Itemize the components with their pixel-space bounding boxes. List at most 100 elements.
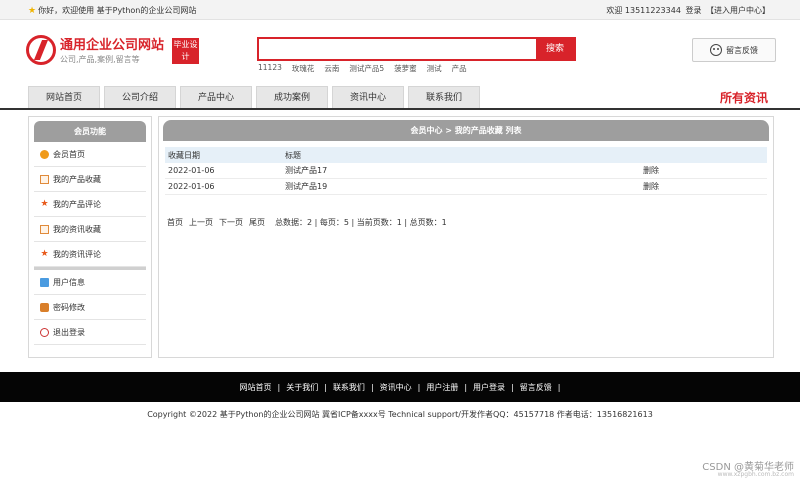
search-button[interactable]: 搜索 (536, 39, 574, 59)
welcome-text: 你好，欢迎使用 基于Python的企业公司网站 (38, 6, 197, 15)
all-news-link[interactable]: 所有资讯 (720, 89, 768, 106)
user-greeting: 欢迎 13511223344 (606, 6, 681, 15)
sidebar-item-label: 用户信息 (53, 277, 85, 287)
hot-keyword-link[interactable]: 玫瑰花 (292, 63, 315, 74)
hot-keyword-link[interactable]: 测试产品5 (349, 63, 384, 74)
nav-tab[interactable]: 公司介绍 (104, 86, 176, 108)
nav-tab[interactable]: 网站首页 (28, 86, 100, 108)
favorites-table: 收藏日期 标题 2022-01-06 测试产品17 删除 2022-01-06 测试产品… (165, 147, 767, 195)
sidebar-item[interactable]: 我的产品收藏 (34, 167, 146, 192)
search-input[interactable] (259, 39, 536, 59)
footer-link[interactable]: 用户登录 (473, 383, 505, 392)
hot-keyword-link[interactable]: 云南 (324, 63, 339, 74)
logo-subtitle: 公司,产品,案例,留言等 (60, 55, 140, 64)
sidebar-item[interactable]: 会员首页 (34, 142, 146, 167)
sidebar-item-label: 退出登录 (53, 327, 85, 337)
login-link[interactable]: 登录 (685, 6, 701, 15)
delete-link[interactable]: 删除 (643, 181, 723, 192)
sidebar-item-label: 会员首页 (53, 149, 85, 159)
footer-separator: | (511, 383, 514, 392)
hot-keyword-link[interactable]: 11123 (258, 63, 282, 74)
sidebar-item[interactable]: 密码修改 (34, 295, 146, 320)
user-center-link[interactable]: 【进入用户中心】 (706, 6, 770, 15)
nav-tab[interactable]: 联系我们 (408, 86, 480, 108)
message-feedback-label: 留言反馈 (726, 45, 758, 55)
lock-icon (40, 302, 49, 312)
sidebar-item[interactable]: 用户信息 (34, 270, 146, 295)
top-bar: ★ 你好，欢迎使用 基于Python的企业公司网站 欢迎 13511223344… (0, 0, 800, 20)
sidebar-item[interactable]: 退出登录 (34, 320, 146, 345)
column-header-date: 收藏日期 (168, 150, 200, 160)
nav-tab[interactable]: 资讯中心 (332, 86, 404, 108)
copyright-text: Copyright ©2022 基于Python的企业公司网站 冀省ICP备xx… (147, 410, 653, 419)
home-icon (40, 149, 49, 159)
footer-link[interactable]: 联系我们 (333, 383, 365, 392)
first-page-link[interactable]: 首页 (167, 217, 183, 228)
sidebar-list: 会员首页我的产品收藏 ★ 我的产品评论 我的资讯收藏 ★ 我的资讯评论 (29, 142, 151, 267)
footer-separator: | (417, 383, 421, 392)
sidebar-item[interactable]: 我的资讯收藏 (34, 217, 146, 242)
sidebar-title: 会员功能 (34, 121, 146, 142)
pagination: 首页 上一页 下一页 尾页 总数据：2 | 每页：5 | 当前页数：1 | 总页… (167, 217, 773, 228)
row-date: 2022-01-06 (168, 166, 215, 175)
logo[interactable]: 通用企业公司网站 公司,产品,案例,留言等 (26, 34, 164, 65)
footer-link[interactable]: 留言反馈 (520, 383, 552, 392)
hot-keyword-link[interactable]: 菠萝蜜 (394, 63, 417, 74)
row-title-link[interactable]: 测试产品19 (285, 181, 643, 192)
logo-text: 通用企业公司网站 公司,产品,案例,留言等 (60, 34, 164, 65)
sidebar-item[interactable]: ★ 我的产品评论 (34, 192, 146, 217)
member-sidebar: 会员功能 会员首页我的产品收藏 ★ 我的产品评论 我的资讯收藏 ★ 我的资讯评论 用户信息… (28, 116, 152, 358)
sidebar-item[interactable]: ★ 我的资讯评论 (34, 242, 146, 267)
message-feedback-button[interactable]: 留言反馈 (692, 38, 776, 62)
hot-keyword-link[interactable]: 测试 (427, 63, 442, 74)
footer-separator: | (324, 383, 327, 392)
power-icon (40, 327, 49, 337)
sidebar-item-label: 我的资讯收藏 (53, 224, 101, 234)
breadcrumb: 会员中心 > 我的产品收藏 列表 (163, 120, 769, 141)
footer-link[interactable]: 用户注册 (426, 383, 458, 392)
row-title-link[interactable]: 测试产品17 (285, 165, 643, 176)
footer-separator: | (464, 383, 468, 392)
document-icon (40, 224, 49, 234)
nav-tab[interactable]: 产品中心 (180, 86, 252, 108)
sidebar-item-label: 密码修改 (53, 302, 85, 312)
sidebar-list-account: 用户信息密码修改退出登录 (29, 270, 151, 345)
header: 通用企业公司网站 公司,产品,案例,留言等 毕业设计 搜索 11123 玫瑰花 云南… (0, 20, 800, 86)
last-page-link[interactable]: 尾页 (249, 217, 265, 228)
footer-separator: | (557, 383, 561, 392)
footer-link[interactable]: 网站首页 (240, 383, 272, 392)
delete-link[interactable]: 删除 (643, 165, 723, 176)
user-status: 欢迎 13511223344 登录 【进入用户中心】 (604, 5, 770, 16)
watermark-url: www.xzpgbh.com.bz.com (717, 471, 794, 478)
welcome-text-wrap: ★ 你好，欢迎使用 基于Python的企业公司网站 (28, 5, 196, 16)
next-page-link[interactable]: 下一页 (219, 217, 243, 228)
table-row: 2022-01-06 测试产品19 删除 (165, 179, 767, 195)
hot-keywords: 11123 玫瑰花 云南 测试产品5 菠萝蜜 测试 产品 (258, 63, 467, 74)
star-icon: ★ (40, 198, 49, 209)
hot-keyword-link[interactable]: 产品 (452, 63, 467, 74)
footer-link[interactable]: 关于我们 (286, 383, 318, 392)
user-icon (40, 277, 49, 287)
footer-link[interactable]: 资讯中心 (380, 383, 412, 392)
nav-tab[interactable]: 成功案例 (256, 86, 328, 108)
sidebar-item-label: 我的资讯评论 (53, 249, 101, 259)
footer-separator: | (370, 383, 374, 392)
row-date: 2022-01-06 (168, 182, 215, 191)
footer-separator: | (277, 383, 281, 392)
star-icon: ★ (40, 248, 49, 259)
search-box: 搜索 (257, 37, 576, 61)
footer-links: 网站首页 | 关于我们 | 联系我们 | 资讯中心 | 用户注册 | 用户登录 | 留言反馈 | (0, 382, 800, 393)
pagination-summary: 总数据：2 | 每页：5 | 当前页数：1 | 总页数：1 (275, 218, 447, 227)
footer-bar: 网站首页 | 关于我们 | 联系我们 | 资讯中心 | 用户注册 | 用户登录 | 留言反馈 | (0, 372, 800, 402)
logo-title: 通用企业公司网站 (60, 38, 165, 53)
table-row: 2022-01-06 测试产品17 删除 (165, 163, 767, 179)
main-panel: 会员中心 > 我的产品收藏 列表 收藏日期 标题 2022-01-06 测试产品1… (158, 116, 774, 358)
prev-page-link[interactable]: 上一页 (189, 217, 213, 228)
user-face-icon (710, 44, 722, 56)
column-header-title: 标题 (285, 150, 301, 160)
star-icon: ★ (28, 5, 37, 16)
sidebar-item-label: 我的产品评论 (53, 199, 101, 209)
main-nav: 网站首页 公司介绍 产品中心 成功案例 资讯中心 联系我们 所有资讯 (0, 86, 800, 110)
graduation-badge: 毕业设计 (172, 38, 199, 64)
logo-mark-icon (26, 34, 56, 65)
